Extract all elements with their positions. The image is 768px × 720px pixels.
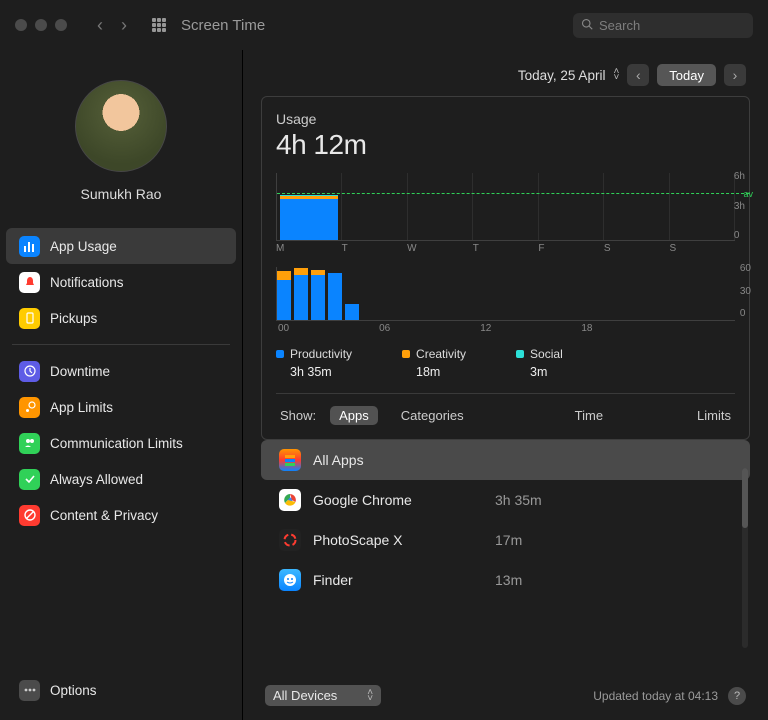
avatar[interactable] [75, 80, 167, 172]
sidebar-item-app-limits[interactable]: App Limits [6, 389, 236, 425]
sidebar-item-downtime[interactable]: Downtime [6, 353, 236, 389]
date-stepper-icon[interactable]: ˄˅ [613, 69, 619, 81]
sidebar-item-notifications[interactable]: Notifications [6, 264, 236, 300]
sidebar-item-label: Notifications [50, 275, 124, 290]
sidebar-item-label: Communication Limits [50, 436, 183, 451]
col-time: Time [575, 408, 603, 423]
app-time: 3h 35m [495, 492, 542, 508]
app-row[interactable]: Google Chrome 3h 35m [261, 480, 750, 520]
app-icon [279, 569, 301, 591]
help-button[interactable]: ? [728, 687, 746, 705]
hourly-chart: 60300 00061218 [276, 267, 735, 335]
nav-forward-icon[interactable]: › [121, 15, 127, 36]
minimize-window[interactable] [35, 19, 47, 31]
chart-legend: Productivity3h 35m Creativity18m Social3m [276, 347, 735, 379]
nav-back-icon[interactable]: ‹ [97, 15, 103, 36]
sidebar-item-label: Always Allowed [50, 472, 143, 487]
usage-label: Usage [276, 111, 735, 127]
sidebar: Sumukh Rao App Usage Notifications Picku… [0, 50, 243, 720]
options-icon [19, 680, 40, 701]
app-icon [279, 529, 301, 551]
sidebar-item-always-allowed[interactable]: Always Allowed [6, 461, 236, 497]
date-label: Today, 25 April [518, 68, 606, 83]
app-limits-icon [19, 397, 40, 418]
window-controls [15, 19, 67, 31]
notifications-icon [19, 272, 40, 293]
sidebar-item-options[interactable]: Options [6, 672, 236, 708]
content-privacy-icon [19, 505, 40, 526]
sidebar-item-pickups[interactable]: Pickups [6, 300, 236, 336]
close-window[interactable] [15, 19, 27, 31]
all-prefs-icon[interactable] [152, 18, 166, 32]
content: Today, 25 April ˄˅ ‹ Today › Usage 4h 12… [243, 50, 768, 720]
always-allowed-icon [19, 469, 40, 490]
sidebar-item-label: Options [50, 683, 97, 698]
app-list: All Apps Google Chrome 3h 35m PhotoScape X 1… [261, 440, 750, 600]
app-name: Finder [313, 572, 483, 588]
prev-button[interactable]: ‹ [627, 64, 649, 86]
dropdown-icon: ˄˅ [367, 690, 373, 702]
chevron-right-icon: › [733, 67, 738, 83]
communication-limits-icon [19, 433, 40, 454]
today-button[interactable]: Today [657, 64, 716, 86]
footer: All Devices ˄˅ Updated today at 04:13 ? [243, 671, 768, 720]
weekly-chart: av 6h3h0 MTWTFSS [276, 173, 735, 255]
search-icon [581, 17, 593, 33]
sidebar-item-label: Downtime [50, 364, 110, 379]
scrollbar[interactable] [742, 468, 748, 648]
window-title: Screen Time [181, 17, 573, 34]
next-button[interactable]: › [724, 64, 746, 86]
app-name: All Apps [313, 452, 483, 468]
sidebar-item-content-privacy[interactable]: Content & Privacy [6, 497, 236, 533]
usage-total: 4h 12m [276, 129, 735, 161]
sidebar-item-label: App Usage [50, 239, 117, 254]
downtime-icon [19, 361, 40, 382]
sidebar-divider [12, 344, 230, 345]
updated-text: Updated today at 04:13 [593, 689, 718, 703]
app-row[interactable]: All Apps [261, 440, 750, 480]
profile-name: Sumukh Rao [81, 186, 162, 202]
app-name: Google Chrome [313, 492, 483, 508]
date-header: Today, 25 April ˄˅ ‹ Today › [243, 50, 768, 96]
search-placeholder: Search [599, 18, 640, 33]
chevron-left-icon: ‹ [636, 67, 641, 83]
app-name: PhotoScape X [313, 532, 483, 548]
usage-panel: Usage 4h 12m av 6h3h0 MTWTFSS 60300 0006… [261, 96, 750, 440]
devices-label: All Devices [273, 688, 337, 703]
maximize-window[interactable] [55, 19, 67, 31]
col-limits: Limits [697, 408, 731, 423]
app-row[interactable]: PhotoScape X 17m [261, 520, 750, 560]
app-icon [279, 489, 301, 511]
show-label: Show: [280, 408, 316, 423]
sidebar-item-communication-limits[interactable]: Communication Limits [6, 425, 236, 461]
legend-item: Productivity3h 35m [276, 347, 352, 379]
legend-item: Social3m [516, 347, 563, 379]
sidebar-item-label: App Limits [50, 400, 113, 415]
sidebar-item-app-usage[interactable]: App Usage [6, 228, 236, 264]
titlebar: ‹ › Screen Time Search [0, 0, 768, 50]
app-icon [279, 449, 301, 471]
search-input[interactable]: Search [573, 13, 753, 38]
pickups-icon [19, 308, 40, 329]
profile: Sumukh Rao [0, 50, 242, 222]
legend-item: Creativity18m [402, 347, 466, 379]
app-time: 13m [495, 572, 522, 588]
sidebar-item-label: Content & Privacy [50, 508, 158, 523]
sidebar-item-label: Pickups [50, 311, 97, 326]
tab-categories[interactable]: Categories [392, 406, 473, 425]
devices-dropdown[interactable]: All Devices ˄˅ [265, 685, 381, 706]
app-usage-icon [19, 236, 40, 257]
app-row[interactable]: Finder 13m [261, 560, 750, 600]
app-time: 17m [495, 532, 522, 548]
tab-apps[interactable]: Apps [330, 406, 378, 425]
show-tabs: Show: Apps Categories Time Limits [276, 393, 735, 433]
